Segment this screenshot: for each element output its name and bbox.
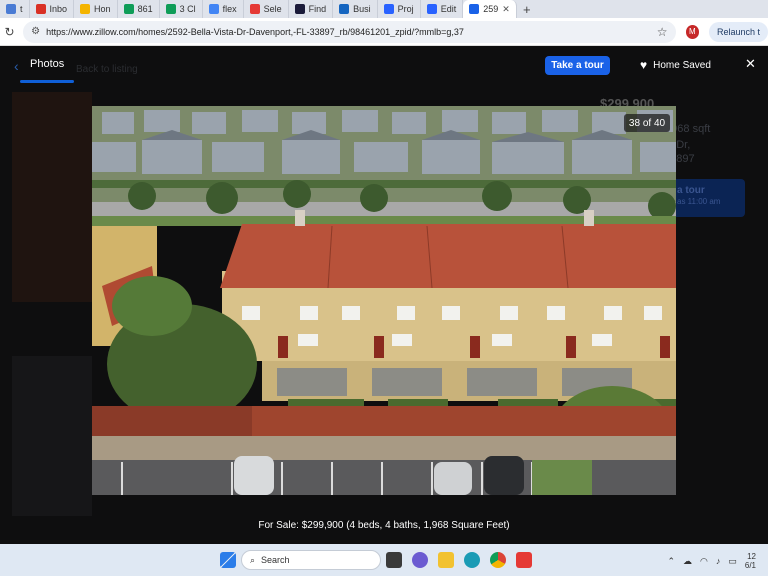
volume-icon[interactable]: ♪ [716, 556, 721, 566]
new-tab-icon[interactable]: + [517, 0, 537, 18]
clock-time: 12 [747, 552, 756, 561]
tab-label: Sele [263, 4, 282, 14]
browser-tab[interactable]: 259 ✕ [463, 0, 517, 18]
tab-favicon-icon [249, 4, 260, 14]
photo-caption: For Sale: $299,900 (4 beds, 4 baths, 1,9… [258, 520, 510, 531]
background-thumbnail [12, 92, 92, 302]
browser-tab[interactable]: 3 Cl [160, 0, 203, 18]
heart-icon: ♥ [640, 58, 648, 72]
background-address: ta Dr, [664, 139, 691, 151]
tab-label: t [20, 4, 23, 14]
profile-avatar[interactable]: M [685, 24, 699, 39]
omnibox[interactable]: ⚙ https://www.zillow.com/homes/2592-Bell… [23, 20, 676, 43]
url-text[interactable]: https://www.zillow.com/homes/2592-Bella-… [46, 27, 651, 37]
tab-label: Edit [440, 4, 457, 14]
tab-label: Busi [353, 4, 371, 14]
clock[interactable]: 12 6/1 [745, 552, 756, 570]
photos-tab[interactable]: Photos [30, 58, 64, 70]
browser-tab[interactable]: Edit [421, 0, 464, 18]
browser-tab[interactable]: Inbo [30, 0, 75, 18]
tab-label: Inbo [49, 4, 68, 14]
wifi-icon[interactable]: ◠ [700, 556, 708, 567]
tab-label: Find [308, 4, 327, 14]
browser-tab[interactable]: t [0, 0, 30, 18]
chat-icon[interactable] [412, 552, 428, 568]
taskbar-search[interactable]: ⌕ Search [241, 550, 381, 570]
background-tour-sub: as 11:00 am [677, 197, 721, 206]
system-tray: ⌃ ☁ ◠ ♪ ▭ 12 6/1 [667, 552, 756, 570]
browser-tab[interactable]: flex [203, 0, 244, 18]
aerial-photo-illustration [92, 106, 676, 495]
back-chevron-icon[interactable]: ‹ [14, 58, 19, 74]
site-info-icon[interactable]: ⚙ [31, 26, 40, 37]
browser-tab[interactable]: Sele [244, 0, 289, 18]
tab-favicon-icon [165, 4, 176, 14]
search-icon: ⌕ [250, 554, 256, 565]
listing-photo[interactable] [92, 106, 676, 495]
background-back-to-listing: Back to listing [76, 64, 138, 75]
tab-favicon-icon [339, 4, 350, 14]
browser-tab[interactable]: Find [289, 0, 334, 18]
tab-label: Hon [94, 4, 111, 14]
store-app-icon[interactable] [516, 552, 532, 568]
tab-favicon-icon [426, 4, 437, 14]
tab-label: 861 [137, 4, 153, 14]
background-sqft: 1,968 sqft [662, 123, 711, 135]
take-a-tour-button[interactable]: Take a tour [545, 56, 610, 75]
chevron-up-icon[interactable]: ⌃ [667, 556, 675, 567]
browser-tab[interactable]: Busi [333, 0, 378, 18]
background-zip: 33897 [664, 153, 695, 165]
clock-date: 6/1 [744, 561, 756, 570]
taskbar-search-label: Search [261, 555, 290, 565]
background-tour-label: a tour [677, 185, 705, 196]
tab-favicon-icon [294, 4, 305, 14]
task-view-icon[interactable] [386, 552, 402, 568]
tab-label: Proj [397, 4, 414, 14]
file-explorer-icon[interactable] [438, 552, 454, 568]
home-saved-button[interactable]: ♥ Home Saved [640, 58, 711, 72]
close-tab-icon[interactable]: ✕ [502, 4, 510, 15]
tab-favicon-icon [35, 4, 46, 14]
zillow-photo-viewer: $299,900 1,968 sqft ta Dr, 33897 a tour … [0, 46, 768, 544]
tab-favicon-icon [6, 4, 16, 14]
address-bar-row: ↻ ⚙ https://www.zillow.com/homes/2592-Be… [0, 18, 768, 46]
relaunch-button[interactable]: Relaunch t [708, 21, 768, 42]
tab-favicon-icon [469, 4, 480, 14]
close-viewer-icon[interactable]: ✕ [745, 56, 756, 72]
tab-label: flex [222, 4, 237, 14]
battery-icon[interactable]: ▭ [728, 556, 737, 567]
browser-tab[interactable]: Proj [378, 0, 421, 18]
edge-browser-icon[interactable] [464, 552, 480, 568]
browser-tab[interactable]: 861 [118, 0, 160, 18]
background-thumbnail [12, 356, 92, 516]
tab-favicon-icon [123, 4, 134, 14]
photo-counter: 38 of 40 [624, 114, 670, 132]
tab-favicon-icon [80, 4, 91, 14]
tab-favicon-icon [208, 4, 219, 14]
reload-icon[interactable]: ↻ [0, 25, 19, 39]
bookmark-star-icon[interactable]: ☆ [657, 25, 668, 39]
chrome-browser-icon[interactable] [490, 552, 506, 568]
tab-label: 259 [483, 4, 499, 14]
browser-tab-strip: t Inbo Hon 861 3 Cl flex Sele Find Busi Proj Edit 2… [0, 0, 768, 18]
tab-favicon-icon [383, 4, 394, 14]
windows-taskbar: ⌕ Search ⌃ ☁ ◠ ♪ ▭ 12 6/1 [0, 544, 768, 576]
home-saved-label: Home Saved [653, 59, 711, 71]
cloud-icon[interactable]: ☁ [683, 556, 692, 567]
windows-start-icon[interactable] [220, 552, 236, 568]
active-tab-underline [20, 80, 74, 83]
browser-tab[interactable]: Hon [74, 0, 118, 18]
tab-label: 3 Cl [179, 4, 196, 14]
